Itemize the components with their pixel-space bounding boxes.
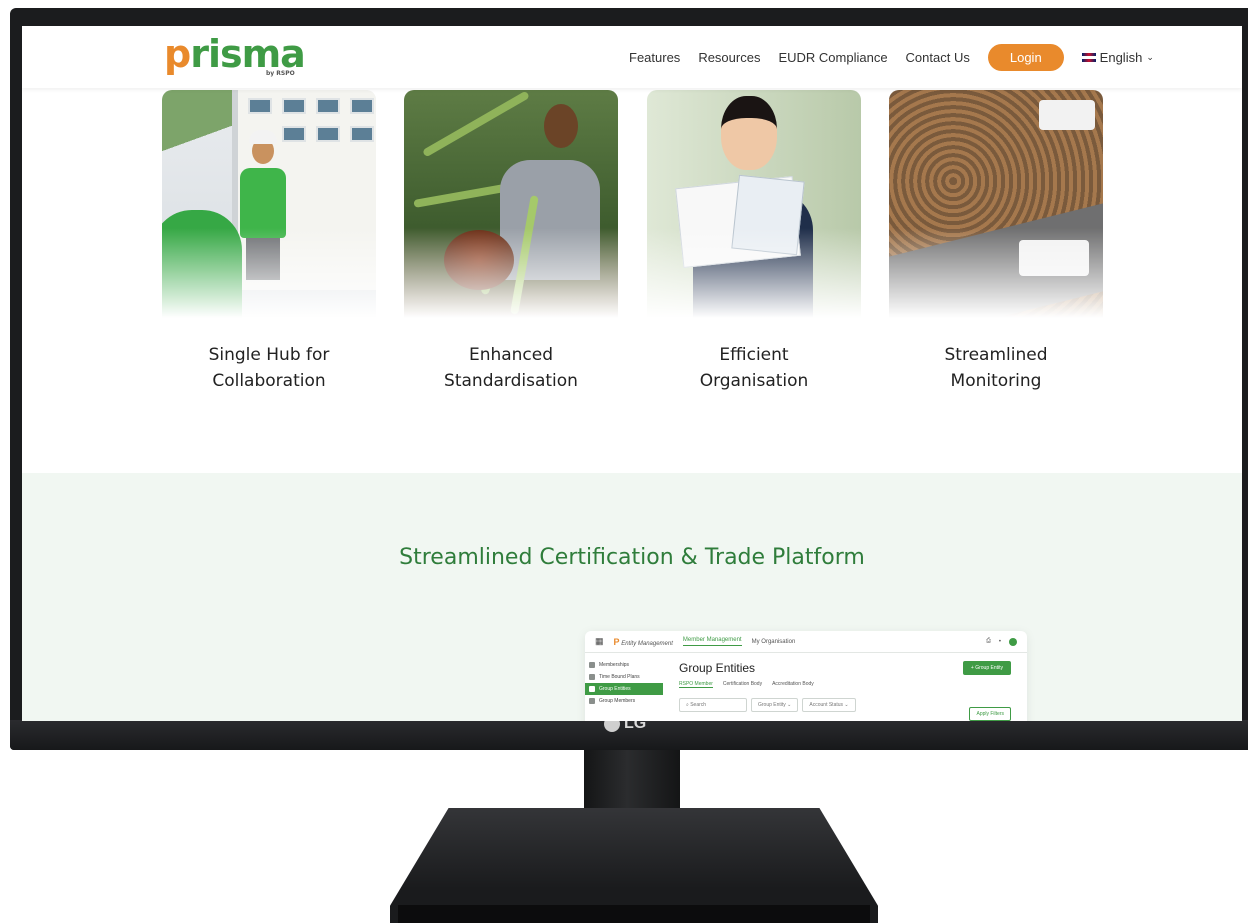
- nav-features[interactable]: Features: [629, 50, 680, 65]
- top-navigation: prisma by RSPO Features Resources EUDR C…: [22, 26, 1242, 88]
- feature-title: Streamlined Monitoring: [944, 345, 1048, 391]
- feature-photo: [889, 90, 1103, 318]
- avatar: [1009, 637, 1017, 646]
- feature-photo: [647, 90, 861, 318]
- sidebar-item-memberships: Memberships: [585, 659, 663, 671]
- feature-card-monitoring: Streamlined Monitoring: [889, 90, 1103, 394]
- brand-subtitle: by RSPO: [266, 70, 295, 77]
- main-nav: Features Resources EUDR Compliance Conta…: [629, 44, 1154, 71]
- monitor-stand-edge: [398, 905, 870, 923]
- language-selector[interactable]: English ⌄: [1081, 50, 1154, 65]
- bell-icon: •: [998, 638, 1001, 645]
- feature-card-collaboration: Single Hub for Collaboration: [162, 90, 376, 394]
- login-button[interactable]: Login: [987, 44, 1064, 71]
- apply-filters-button: Apply Filters: [969, 707, 1011, 721]
- nav-contact-us[interactable]: Contact Us: [906, 50, 970, 65]
- uk-flag-icon: [1081, 53, 1096, 62]
- feature-card-standardisation: Enhanced Standardisation: [404, 90, 618, 394]
- chevron-down-icon: ⌄: [1146, 52, 1154, 62]
- nav-resources[interactable]: Resources: [698, 50, 760, 65]
- tab-member-management: Member Management: [682, 637, 742, 646]
- feature-title: Single Hub for Collaboration: [208, 345, 330, 391]
- app-sidebar: Memberships Time Bound Plans Group Entit…: [585, 653, 663, 721]
- feature-card-organisation: Efficient Organisation: [647, 90, 861, 394]
- sidebar-item-group-members: Group Members: [585, 695, 663, 707]
- app-subtabs: RSPO Member Certification Body Accredita…: [679, 681, 814, 688]
- print-icon: ⎙: [986, 638, 991, 644]
- app-main: Group Entities RSPO Member Certification…: [679, 661, 1017, 721]
- feature-photo: [162, 90, 376, 318]
- apps-grid-icon: ▦: [595, 636, 604, 646]
- screen: prisma by RSPO Features Resources EUDR C…: [22, 26, 1242, 721]
- sidebar-item-time-bound-plans: Time Bound Plans: [585, 671, 663, 683]
- feature-photo: [404, 90, 618, 318]
- feature-title: Enhanced Standardisation: [444, 345, 578, 391]
- prisma-logo[interactable]: prisma by RSPO: [164, 34, 306, 77]
- feature-title: Efficient Organisation: [699, 345, 809, 391]
- add-group-entity-button: + Group Entity: [962, 661, 1011, 675]
- app-preview: ▦ P Entity Management Member Management …: [585, 631, 1027, 721]
- nav-eudr-compliance[interactable]: EUDR Compliance: [778, 50, 887, 65]
- platform-section: Streamlined Certification & Trade Platfo…: [22, 473, 1242, 721]
- app-filters: ⌕ Search Group Entity ⌄ Account Status ⌄: [679, 698, 1017, 712]
- section-title: Streamlined Certification & Trade Platfo…: [399, 545, 865, 570]
- tab-my-organisation: My Organisation: [751, 638, 796, 645]
- sidebar-item-group-entities: Group Entities: [585, 683, 663, 695]
- app-topbar: ▦ P Entity Management Member Management …: [585, 631, 1027, 653]
